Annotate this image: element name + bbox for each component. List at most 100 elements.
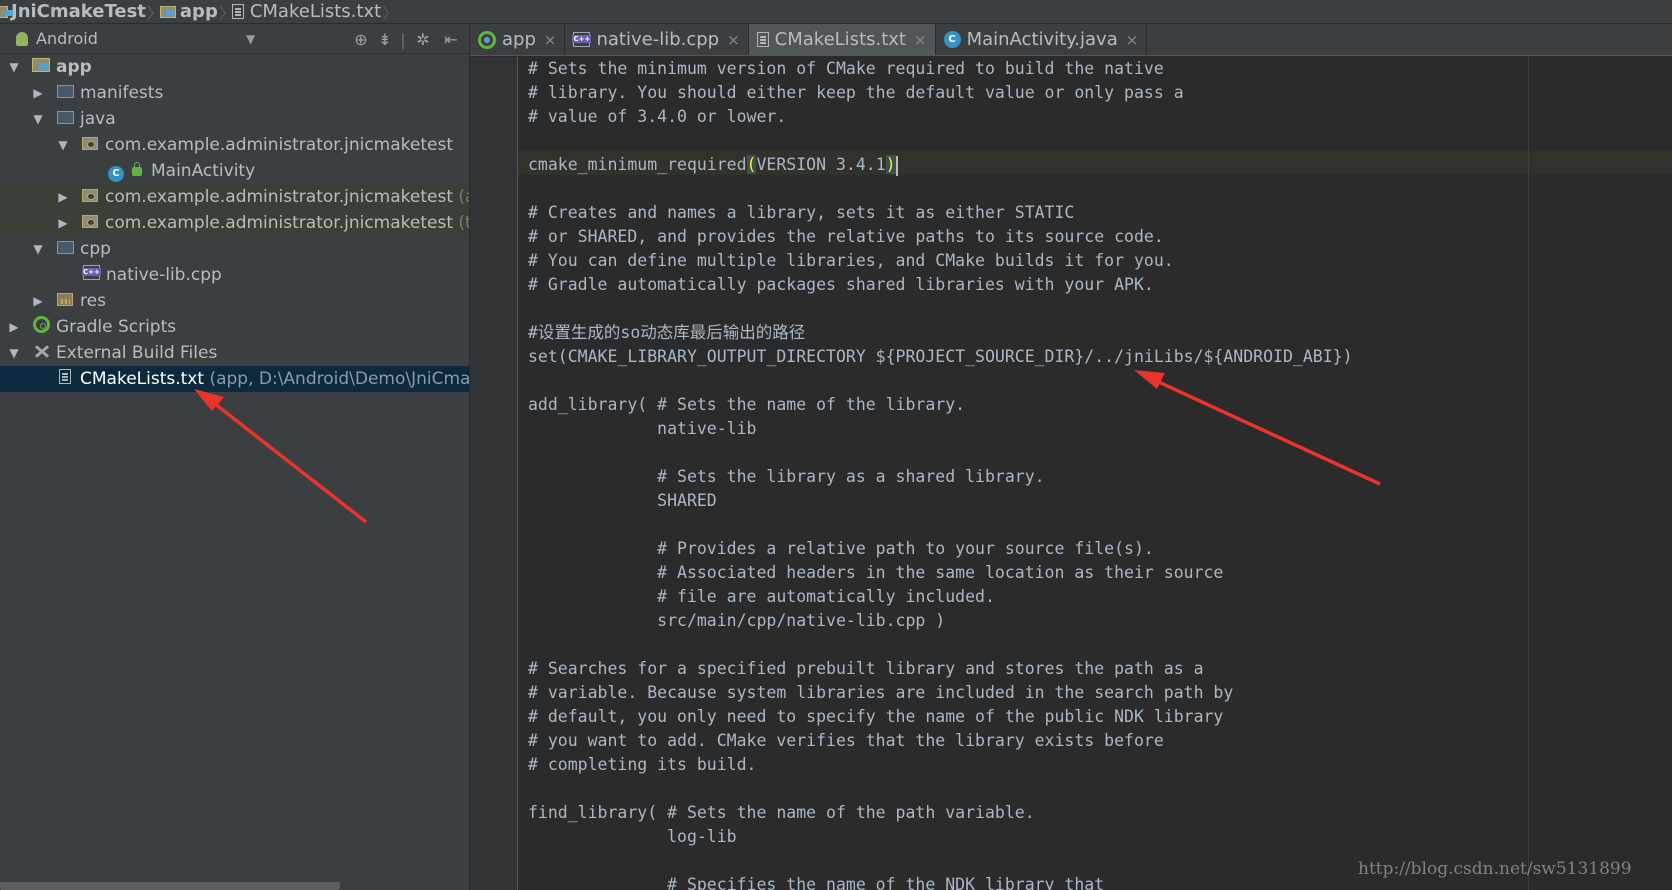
navigation-bar: JniCmakeTest 〉 app 〉 CMakeLists.txt 〉 — [0, 0, 1672, 24]
code-editor[interactable]: # Sets the minimum version of CMake requ… — [518, 57, 1672, 890]
breadcrumb-file[interactable]: CMakeLists.txt — [231, 0, 385, 24]
code-line: # You can define multiple libraries, and… — [528, 251, 1174, 270]
editor-gutter[interactable] — [470, 57, 518, 890]
tree-node-app[interactable]: ▼ app — [0, 54, 469, 80]
text-file-icon — [59, 369, 77, 389]
project-view-label: Android — [36, 29, 98, 48]
project-tool-window: Android ▼ ⊕ ⇟ | ✲ ⇤ ▼ app ▶ manifests ▼ … — [0, 24, 470, 890]
horizontal-scrollbar[interactable] — [0, 882, 340, 890]
expand-arrow-icon[interactable]: ▶ — [56, 216, 70, 230]
tree-node-native-lib[interactable]: native-lib.cpp — [0, 262, 469, 288]
code-line: # variable. Because system libraries are… — [528, 683, 1234, 702]
close-icon[interactable]: × — [544, 31, 557, 49]
breadcrumb-file-label: CMakeLists.txt — [249, 1, 382, 22]
text-caret — [895, 155, 898, 176]
tree-node-package-androidtest[interactable]: ▶ com.example.administrator.jnicmaketest… — [0, 184, 469, 210]
expand-arrow-icon[interactable]: ▼ — [31, 242, 45, 256]
expand-arrow-icon[interactable]: ▼ — [56, 138, 70, 152]
code-line: # Specifies the name of the NDK library … — [528, 875, 1105, 890]
tab-label: MainActivity.java — [966, 29, 1118, 50]
code-line: set(CMAKE_LIBRARY_OUTPUT_DIRECTORY ${PRO… — [528, 347, 1353, 366]
scroll-from-source-icon[interactable]: ⊕ — [350, 28, 372, 50]
code-line: # or SHARED, and provides the relative p… — [528, 227, 1164, 246]
tree-node-java[interactable]: ▼ java — [0, 106, 469, 132]
folder-icon — [0, 5, 13, 18]
tree-node-cmakelists[interactable]: CMakeLists.txt (app, D:\Android\Demo\Jni… — [0, 366, 470, 392]
project-view-dropdown[interactable]: Android — [0, 24, 262, 54]
tree-node-manifests[interactable]: ▶ manifests — [0, 80, 469, 106]
breadcrumb-project[interactable]: JniCmakeTest — [0, 0, 150, 24]
tab-native-lib[interactable]: native-lib.cpp × — [565, 24, 749, 55]
tree-node-gradle-scripts[interactable]: ▶ Gradle Scripts — [0, 314, 469, 340]
tab-label: app — [502, 29, 536, 50]
expand-arrow-icon[interactable]: ▶ — [7, 320, 21, 334]
breadcrumb-separator: 〉 — [382, 3, 399, 23]
editor-tab-bar: app × native-lib.cpp × CMakeLists.txt × … — [470, 24, 1672, 56]
expand-arrow-icon[interactable]: ▼ — [7, 60, 21, 74]
tree-node-package-main[interactable]: ▼ com.example.administrator.jnicmaketest — [0, 132, 469, 158]
tree-node-label: java — [80, 109, 116, 129]
lock-icon — [128, 161, 142, 181]
tree-node-label: com.example.administrator.jnicmaketest — [105, 187, 453, 207]
expand-arrow-icon[interactable]: ▶ — [31, 86, 45, 100]
code-line: native-lib — [528, 419, 757, 438]
code-line: # Gradle automatically packages shared l… — [528, 275, 1154, 294]
breadcrumb-module-label: app — [179, 1, 218, 22]
tree-node-label: External Build Files — [56, 343, 218, 363]
watermark: http://blog.csdn.net/sw5131899 — [1358, 859, 1632, 879]
gradle-icon — [33, 316, 50, 338]
tree-node-hint: (andro — [458, 187, 469, 207]
close-icon[interactable]: × — [727, 31, 740, 49]
expand-arrow-icon[interactable]: ▶ — [56, 190, 70, 204]
collapse-all-icon[interactable]: ⇟ — [374, 28, 396, 50]
tab-mainactivity[interactable]: C MainActivity.java × — [936, 24, 1148, 55]
tree-node-text: com.example.administrator.jnicmaketest (… — [105, 213, 469, 233]
folder-icon — [57, 83, 74, 103]
code-line: # Provides a relative path to your sourc… — [528, 539, 1154, 558]
code-line: # default, you only need to specify the … — [528, 707, 1224, 726]
tree-node-hint: (test) — [458, 213, 469, 233]
cpp-file-icon — [572, 32, 592, 47]
tree-node-package-test[interactable]: ▶ com.example.administrator.jnicmaketest… — [0, 210, 469, 236]
module-folder-icon — [159, 5, 176, 18]
code-line: # Creates and names a library, sets it a… — [528, 203, 1075, 222]
tree-node-label: app — [56, 57, 92, 77]
folder-icon — [57, 109, 74, 129]
breadcrumb-module[interactable]: app — [159, 0, 222, 24]
tree-node-text: com.example.administrator.jnicmaketest (… — [105, 187, 469, 207]
tree-node-cpp[interactable]: ▼ cpp — [0, 236, 469, 262]
code-line: # Associated headers in the same locatio… — [528, 563, 1224, 582]
tree-node-hint: (app, D:\Android\Demo\JniCmakeTe — [209, 369, 470, 389]
text-file-icon — [231, 4, 244, 19]
toolbar-divider: | — [400, 29, 406, 49]
wrench-icon — [33, 343, 51, 364]
tab-app[interactable]: app × — [470, 24, 566, 55]
module-folder-icon — [32, 57, 50, 77]
tab-label: CMakeLists.txt — [774, 29, 906, 50]
code-line: # Searches for a specified prebuilt libr… — [528, 659, 1204, 678]
package-icon — [82, 135, 98, 155]
tree-node-label: cpp — [80, 239, 111, 259]
chevron-down-icon[interactable]: ▼ — [246, 32, 255, 46]
class-icon: C — [943, 31, 961, 48]
code-line: # you want to add. CMake verifies that t… — [528, 731, 1164, 750]
tree-node-mainactivity[interactable]: C MainActivity — [0, 158, 469, 184]
expand-arrow-icon[interactable]: ▶ — [31, 294, 45, 308]
expand-arrow-icon[interactable]: ▼ — [7, 346, 21, 360]
expand-arrow-icon[interactable]: ▼ — [31, 112, 45, 126]
hide-panel-icon[interactable]: ⇤ — [440, 28, 462, 50]
tree-node-external-build-files[interactable]: ▼ External Build Files — [0, 340, 469, 366]
close-icon[interactable]: × — [1126, 31, 1139, 49]
tab-label: native-lib.cpp — [596, 29, 720, 50]
tree-node-label: res — [80, 291, 106, 311]
tree-node-res[interactable]: ▶ res — [0, 288, 469, 314]
tab-cmakelists[interactable]: CMakeLists.txt × — [748, 24, 936, 55]
tree-node-label: com.example.administrator.jnicmaketest — [105, 135, 453, 155]
gradle-module-icon — [478, 30, 496, 49]
gear-icon[interactable]: ✲ — [412, 28, 434, 50]
close-icon[interactable]: × — [914, 31, 927, 49]
